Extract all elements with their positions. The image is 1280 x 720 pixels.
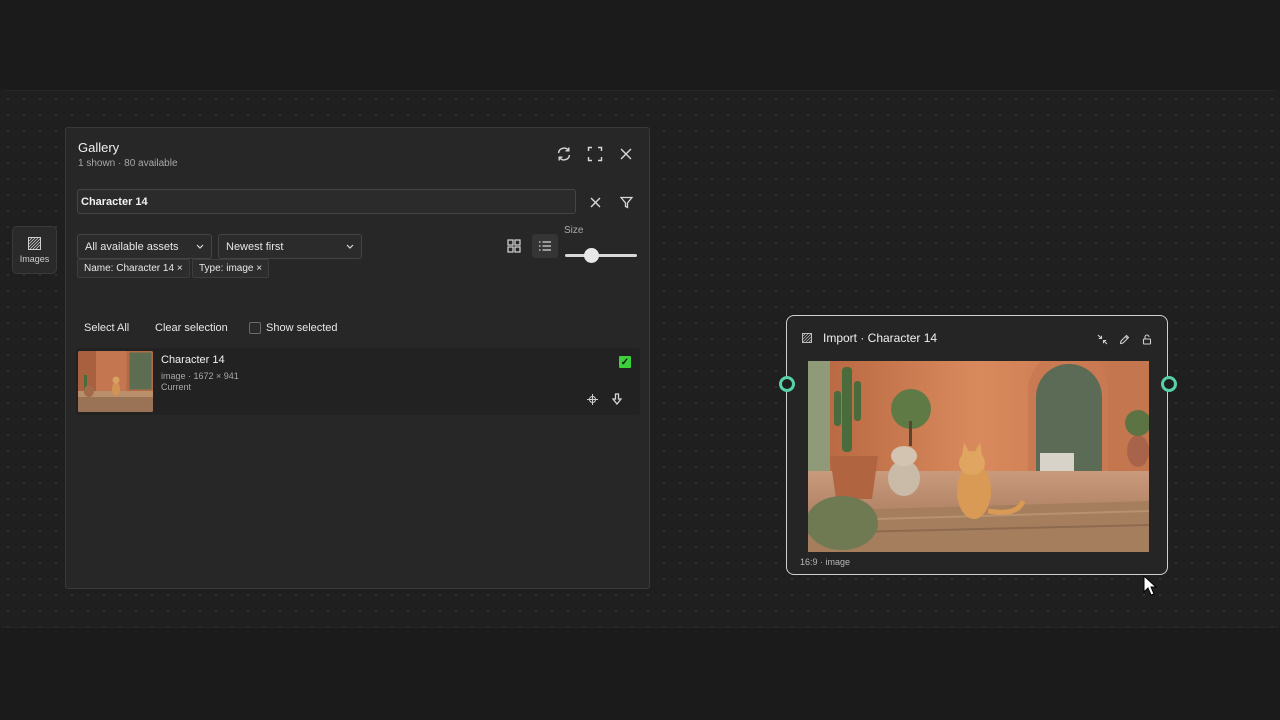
item-meta: image · 1672 × 941 xyxy=(161,371,239,381)
collapse-icon xyxy=(1097,334,1108,345)
grid-view-button[interactable] xyxy=(501,234,527,258)
chevron-down-icon xyxy=(346,244,354,249)
images-rail-label: Images xyxy=(19,253,50,264)
arrow-down-icon xyxy=(612,393,622,405)
list-icon xyxy=(539,241,551,251)
gallery-subtitle: 1 shown · 80 available xyxy=(78,158,178,169)
gallery-title: Gallery xyxy=(78,140,120,155)
clear-icon xyxy=(590,197,600,207)
expand-button[interactable] xyxy=(586,145,604,163)
sort-select[interactable]: Newest first xyxy=(218,234,362,259)
size-slider-thumb[interactable] xyxy=(584,248,599,263)
locate-button[interactable] xyxy=(585,392,599,406)
crosshair-icon xyxy=(586,393,598,405)
import-node[interactable]: Import · Character 14 16:9 · image xyxy=(786,315,1168,575)
name-filter-chip[interactable]: Name: Character 14 × xyxy=(77,259,190,278)
refresh-button[interactable] xyxy=(555,145,573,163)
filter-icon xyxy=(619,196,633,209)
grid-icon xyxy=(507,239,521,253)
item-thumbnail xyxy=(78,351,153,412)
images-rail-button[interactable]: Images xyxy=(12,226,57,274)
clear-selection-button[interactable]: Clear selection xyxy=(155,322,228,334)
gallery-panel: Gallery 1 shown · 80 available All avail… xyxy=(65,127,650,589)
list-view-button[interactable] xyxy=(532,234,558,258)
lock-icon xyxy=(1142,334,1151,345)
clear-search-button[interactable] xyxy=(586,193,604,211)
item-name: Character 14 xyxy=(161,354,225,366)
refresh-icon xyxy=(557,147,571,161)
chevron-down-icon xyxy=(196,244,204,249)
mouse-cursor-icon xyxy=(1143,575,1157,596)
collapse-button[interactable] xyxy=(1096,333,1109,346)
show-selected-label[interactable]: Show selected xyxy=(266,322,338,334)
size-slider-track[interactable] xyxy=(565,254,637,257)
sort-select-value: Newest first xyxy=(226,240,284,253)
images-icon xyxy=(28,236,41,250)
lock-button[interactable] xyxy=(1140,333,1153,346)
node-footer: 16:9 · image xyxy=(800,557,851,567)
item-selected-checkbox[interactable]: ✓ xyxy=(619,356,631,368)
list-item[interactable]: Character 14 image · 1672 × 941 Current … xyxy=(76,348,640,415)
source-select-value: All available assets xyxy=(85,240,179,253)
filter-button[interactable] xyxy=(617,193,635,211)
image-node-icon xyxy=(802,333,812,343)
size-label: Size xyxy=(564,225,584,236)
close-icon xyxy=(620,148,632,160)
close-panel-button[interactable] xyxy=(617,145,635,163)
edit-button[interactable] xyxy=(1118,333,1131,346)
output-port[interactable] xyxy=(1161,376,1177,392)
edit-icon xyxy=(1119,334,1130,345)
select-all-button[interactable]: Select All xyxy=(84,322,129,334)
preview-image xyxy=(808,361,1149,552)
show-selected-checkbox[interactable] xyxy=(249,322,261,334)
node-title: Import · Character 14 xyxy=(823,331,938,345)
source-select[interactable]: All available assets xyxy=(77,234,212,259)
search-input[interactable] xyxy=(77,189,576,214)
insert-button[interactable] xyxy=(610,392,624,406)
expand-icon xyxy=(587,146,603,162)
type-filter-chip[interactable]: Type: image × xyxy=(192,259,270,278)
input-port[interactable] xyxy=(779,376,795,392)
item-status: Current xyxy=(161,382,192,392)
